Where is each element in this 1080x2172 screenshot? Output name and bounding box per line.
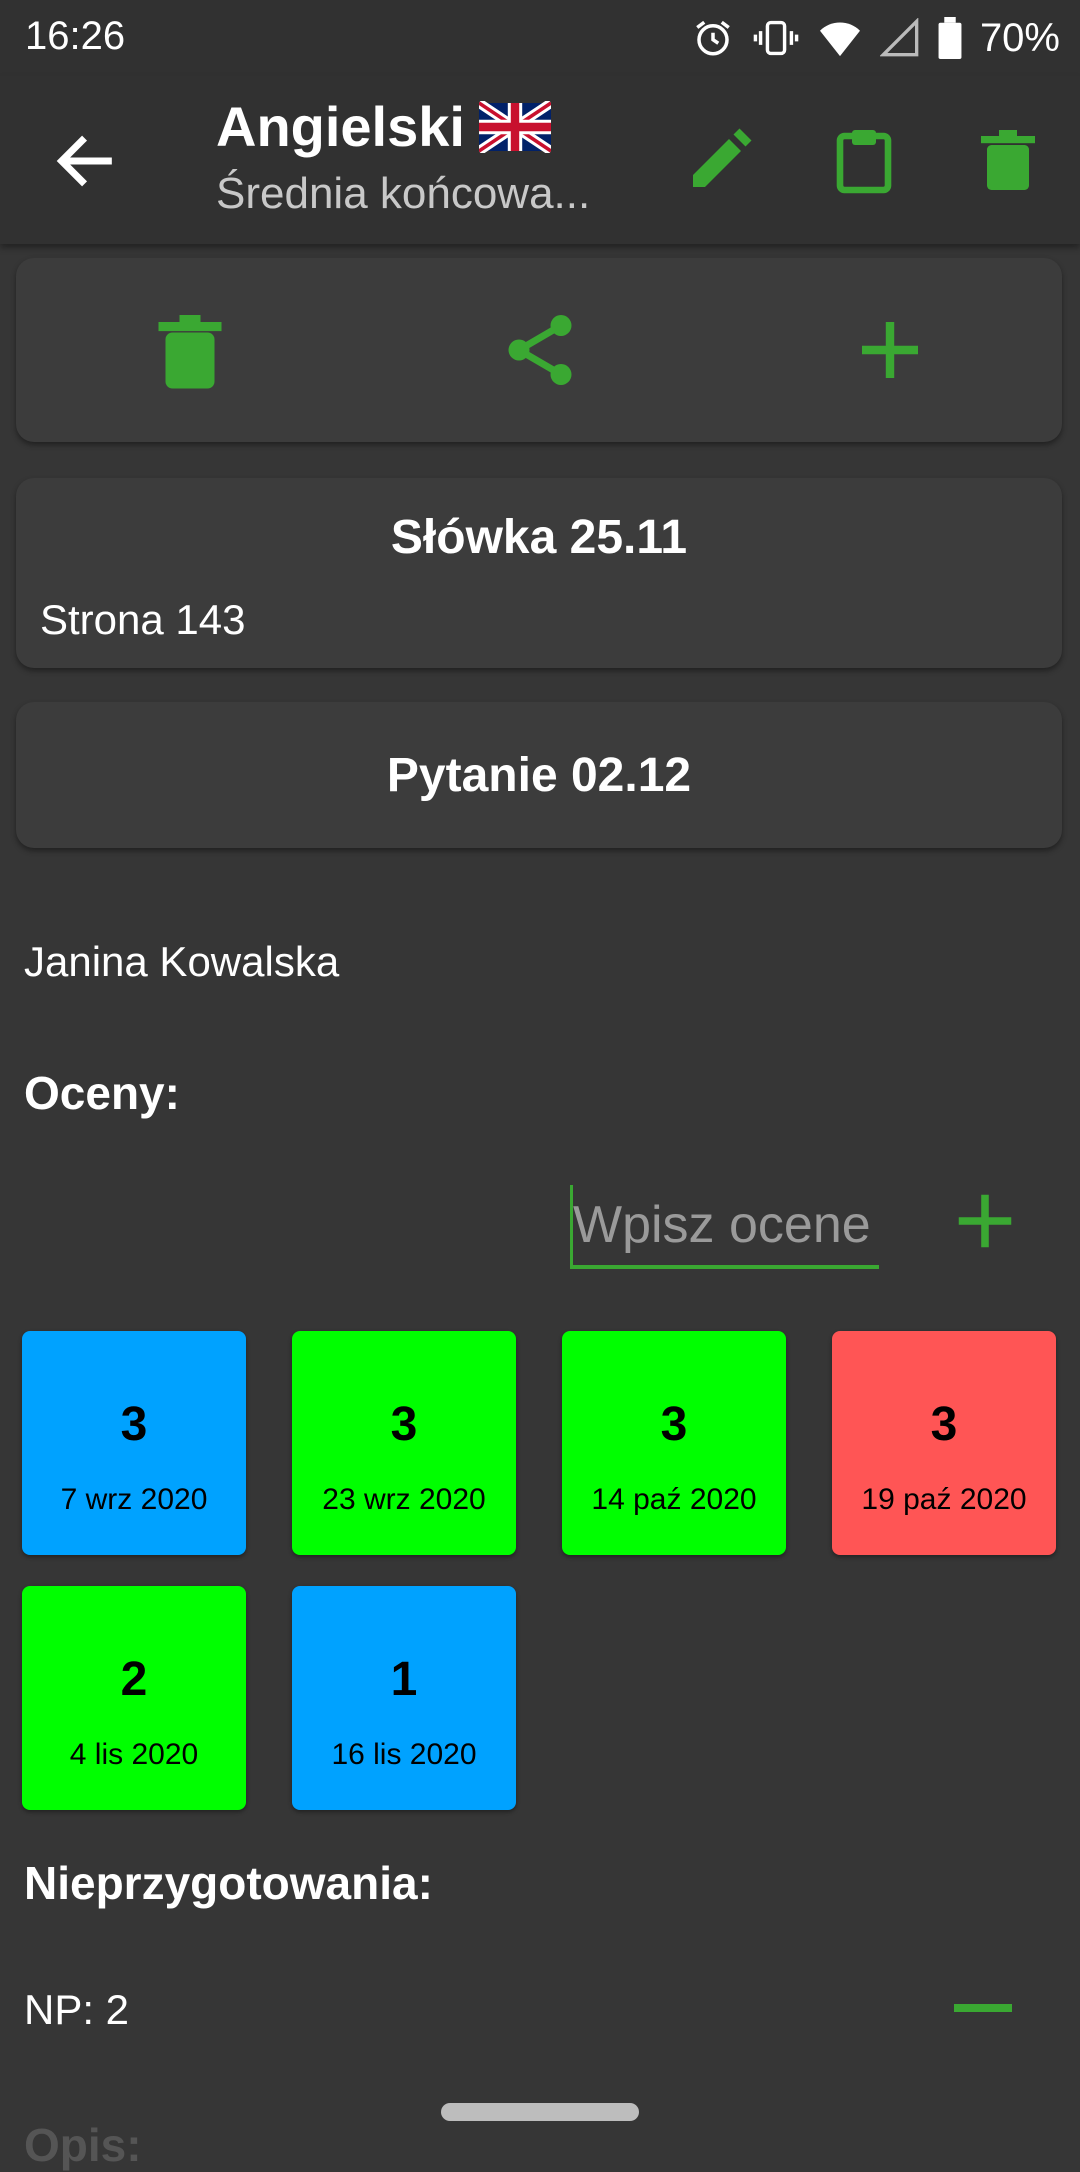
minus-icon[interactable] [954,2004,1012,2012]
note-body: Strona 143 [40,596,246,643]
grade-tile[interactable]: 3 19 paź 2020 [832,1331,1056,1555]
grade-value: 3 [930,1398,958,1451]
app-bar: Angielski Średnia końcowa... [0,76,1080,244]
unprepared-label: Nieprzygotowania: [24,1857,433,1909]
subject-name: Angielski [216,95,465,158]
title-block: Angielski Średnia końcowa... [216,94,636,219]
cell-signal-icon [879,18,919,57]
grade-date: 19 paź 2020 [861,1483,1027,1516]
actions-card [16,258,1062,442]
trash-icon[interactable] [148,308,232,392]
unprepared-count: NP: 2 [24,1986,130,2033]
status-time: 16:26 [25,14,126,58]
grade-date: 23 wrz 2020 [322,1483,486,1516]
grade-tile[interactable]: 1 16 lis 2020 [292,1586,516,1810]
grade-date: 14 paź 2020 [591,1483,757,1516]
share-icon[interactable] [498,308,582,392]
battery-icon [938,17,962,59]
grade-value: 1 [390,1653,418,1706]
note-title: Słówka 25.11 [390,511,688,564]
gesture-nav-handle[interactable] [441,2103,639,2121]
alarm-icon [696,20,730,56]
grade-tile[interactable]: 3 14 paź 2020 [562,1331,786,1555]
note-title: Pytanie 02.12 [386,749,692,802]
wifi-icon [819,22,860,57]
grade-value: 3 [120,1398,148,1451]
plus-icon[interactable] [848,308,932,392]
pencil-icon[interactable] [684,124,756,196]
vibrate-icon [753,20,799,56]
description-label: Opis: [24,2119,142,2171]
grade-value: 3 [660,1398,688,1451]
grade-date: 4 lis 2020 [69,1738,199,1771]
grade-value: 3 [390,1398,418,1451]
back-arrow-icon[interactable] [50,126,120,196]
grade-tile[interactable]: 3 23 wrz 2020 [292,1331,516,1555]
page-title: Angielski [216,94,636,159]
status-bar: 16:26 70% [0,0,1080,76]
grade-tile[interactable]: 2 4 lis 2020 [22,1586,246,1810]
page-subtitle: Średnia końcowa... [216,169,591,218]
grade-date: 16 lis 2020 [331,1738,477,1771]
grade-date: 7 wrz 2020 [60,1483,208,1516]
grade-value: 2 [120,1653,148,1706]
trash-icon[interactable] [972,124,1044,196]
flag-uk-icon [478,100,551,153]
note-card[interactable]: Słówka 25.11 Strona 143 [16,478,1062,668]
status-icons: 70% [692,10,1060,66]
clipboard-icon[interactable] [828,124,900,196]
teacher-name: Janina Kowalska [24,938,340,985]
battery-percent: 70% [979,15,1060,60]
grades-label: Oceny: [24,1067,180,1119]
note-card[interactable]: Pytanie 02.12 [16,702,1062,848]
grade-input[interactable] [570,1185,879,1269]
grade-tile[interactable]: 3 7 wrz 2020 [22,1331,246,1555]
add-grade-icon[interactable] [950,1186,1020,1256]
